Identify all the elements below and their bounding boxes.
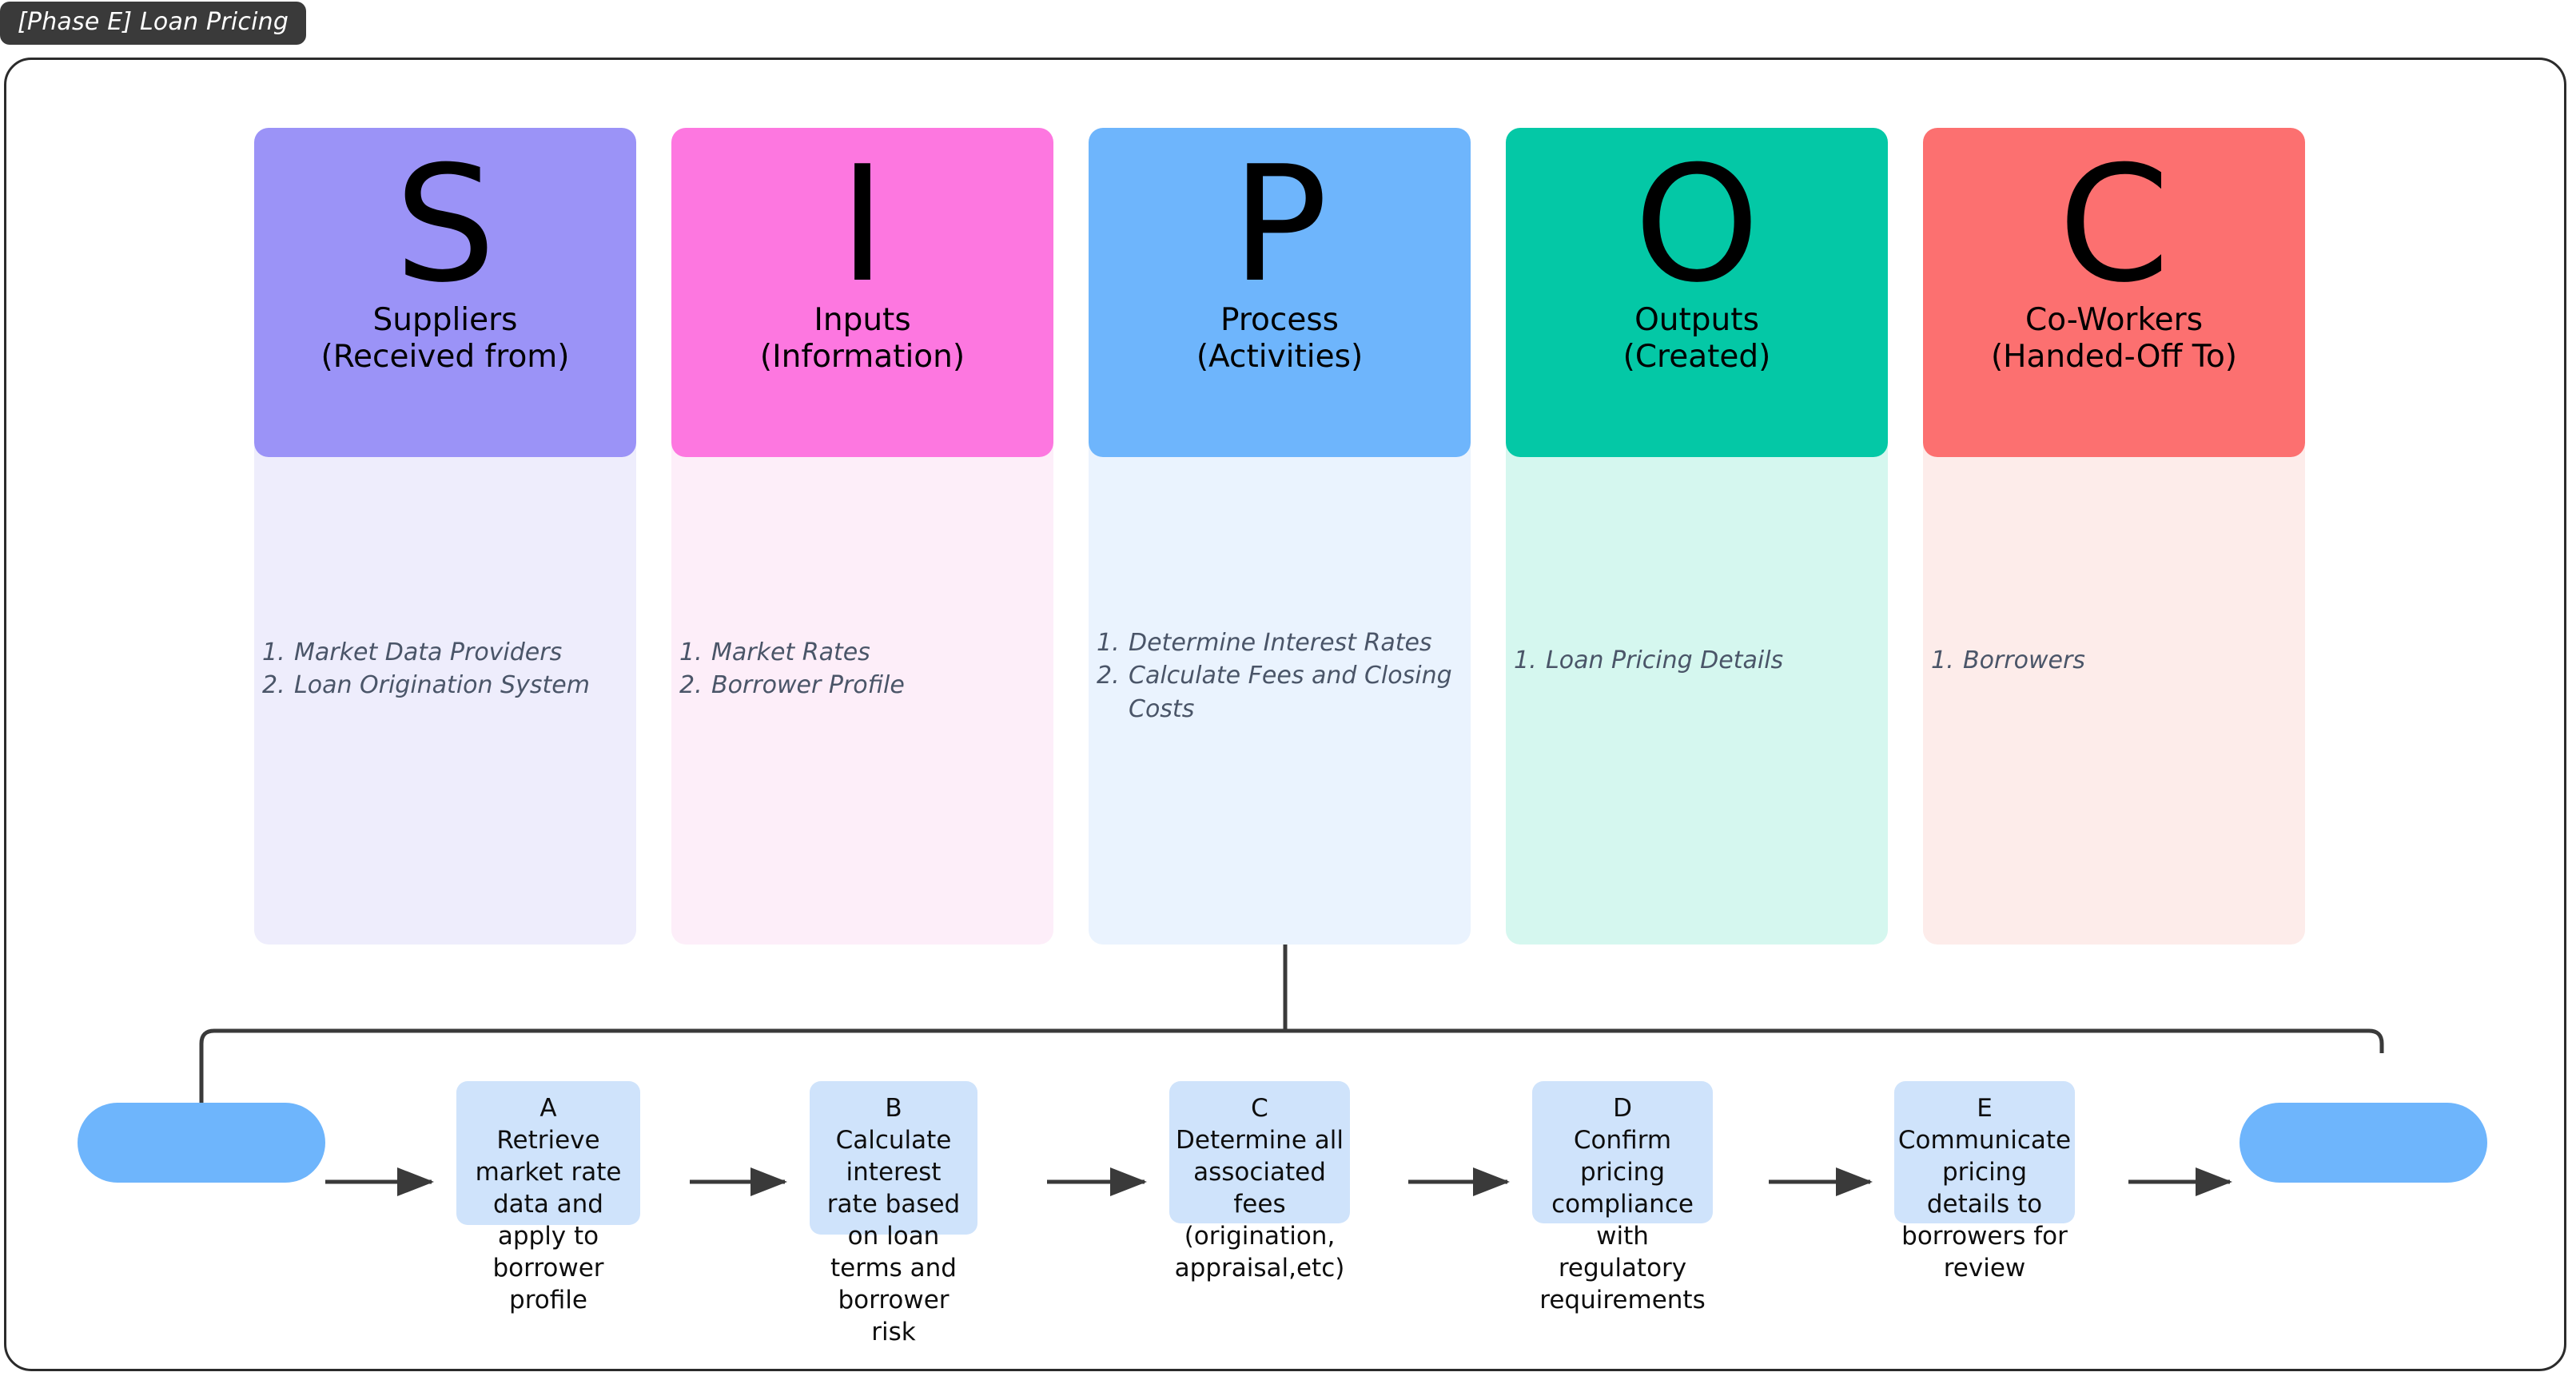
list-item-number: 2. xyxy=(1097,662,1120,690)
flow-step-a[interactable]: A Retrieve market rate data and apply to… xyxy=(456,1081,640,1314)
list-item-number: 1. xyxy=(1514,646,1537,674)
flow-step-b-id: B xyxy=(885,1094,902,1123)
sipoc-list-coworkers: 1. Borrowers xyxy=(1931,644,2295,677)
sipoc-body-coworkers: 1. Borrowers xyxy=(1923,446,2305,945)
sipoc-title-line1: Process xyxy=(1220,302,1339,338)
flow-step-c-id: C xyxy=(1251,1094,1268,1123)
sipoc-title-line2: (Information) xyxy=(759,338,966,375)
flow-step-e-label: Communicate pricing details to borrowers… xyxy=(1897,1125,2072,1283)
sipoc-column-process[interactable]: P Process (Activities) 1. Determine Inte… xyxy=(1089,128,1471,945)
sipoc-header-inputs: I Inputs (Information) xyxy=(671,128,1053,457)
list-item-label: Market Data Providers xyxy=(294,638,563,666)
list-item: 1. Borrowers xyxy=(1931,644,2295,677)
flow-step-a-label: Retrieve market rate data and apply to b… xyxy=(475,1125,622,1314)
flow-step-e[interactable]: E Communicate pricing details to borrowe… xyxy=(1894,1081,2075,1283)
sipoc-letter-i: I xyxy=(838,132,886,318)
sipoc-column-suppliers[interactable]: S Suppliers (Received from) 1. Market Da… xyxy=(254,128,636,945)
flow-step-c[interactable]: C Determine all associated fees (origina… xyxy=(1169,1081,1350,1283)
sipoc-header-coworkers: C Co-Workers (Handed-Off To) xyxy=(1923,128,2305,457)
list-item-label: Loan Origination System xyxy=(294,671,590,700)
sipoc-body-process: 1. Determine Interest Rates 2. Calculate… xyxy=(1089,446,1471,945)
flow-step-d-label: Confirm pricing compliance with regulato… xyxy=(1539,1125,1706,1314)
list-item-label: Market Rates xyxy=(711,638,870,666)
flow-step-d-id: D xyxy=(1613,1094,1632,1123)
list-item-label: Calculate Fees and Closing Costs xyxy=(1129,662,1452,723)
sipoc-title-line1: Suppliers xyxy=(372,302,518,338)
sipoc-header-suppliers: S Suppliers (Received from) xyxy=(254,128,636,457)
list-item: 1. Determine Interest Rates xyxy=(1097,626,1461,659)
list-item: 1. Loan Pricing Details xyxy=(1514,644,1878,677)
sipoc-column-coworkers[interactable]: C Co-Workers (Handed-Off To) 1. Borrower… xyxy=(1923,128,2305,945)
sipoc-body-inputs: 1. Market Rates 2. Borrower Profile xyxy=(671,446,1053,945)
list-item: 1. Market Rates xyxy=(679,636,1044,669)
sipoc-title-line1: Inputs xyxy=(814,302,911,338)
list-item-number: 1. xyxy=(679,638,703,666)
sipoc-body-outputs: 1. Loan Pricing Details xyxy=(1506,446,1888,945)
flow-step-e-id: E xyxy=(1977,1094,1993,1123)
flow-end-terminal[interactable] xyxy=(2240,1103,2487,1183)
sipoc-body-suppliers: 1. Market Data Providers 2. Loan Origina… xyxy=(254,446,636,945)
sipoc-title-outputs: Outputs (Created) xyxy=(1623,302,1771,375)
flow-step-b-label: Calculate interest rate based on loan te… xyxy=(826,1125,961,1346)
sipoc-list-suppliers: 1. Market Data Providers 2. Loan Origina… xyxy=(262,636,627,702)
flow-step-a-id: A xyxy=(539,1094,557,1123)
list-item: 1. Market Data Providers xyxy=(262,636,627,669)
list-item-number: 1. xyxy=(1931,646,1954,674)
sipoc-column-outputs[interactable]: O Outputs (Created) 1. Loan Pricing Deta… xyxy=(1506,128,1888,945)
sipoc-list-outputs: 1. Loan Pricing Details xyxy=(1514,644,1878,677)
sipoc-letter-o: O xyxy=(1634,132,1760,318)
sipoc-column-inputs[interactable]: I Inputs (Information) 1. Market Rates 2… xyxy=(671,128,1053,945)
sipoc-title-suppliers: Suppliers (Received from) xyxy=(321,302,569,375)
sipoc-title-inputs: Inputs (Information) xyxy=(760,302,965,375)
list-item: 2. Borrower Profile xyxy=(679,669,1044,702)
list-item: 2. Calculate Fees and Closing Costs xyxy=(1097,659,1461,726)
phase-title-badge: [Phase E] Loan Pricing xyxy=(0,2,307,45)
sipoc-letter-p: P xyxy=(1231,132,1328,318)
sipoc-columns: S Suppliers (Received from) 1. Market Da… xyxy=(254,128,2324,945)
list-item-number: 2. xyxy=(262,671,285,700)
list-item-label: Determine Interest Rates xyxy=(1129,629,1432,657)
sipoc-list-process: 1. Determine Interest Rates 2. Calculate… xyxy=(1097,626,1461,726)
list-item-label: Borrower Profile xyxy=(711,671,905,700)
list-item-label: Loan Pricing Details xyxy=(1546,646,1784,674)
flow-start-terminal[interactable] xyxy=(78,1103,325,1183)
list-item: 2. Loan Origination System xyxy=(262,669,627,702)
list-item-number: 2. xyxy=(679,671,703,700)
flow-step-b[interactable]: B Calculate interest rate based on loan … xyxy=(810,1081,977,1346)
sipoc-title-line2: (Handed-Off To) xyxy=(1990,338,2238,375)
sipoc-title-line1: Outputs xyxy=(1634,302,1759,338)
list-item-label: Borrowers xyxy=(1963,646,2085,674)
list-item-number: 1. xyxy=(1097,629,1120,657)
sipoc-header-outputs: O Outputs (Created) xyxy=(1506,128,1888,457)
sipoc-letter-s: S xyxy=(394,132,496,318)
flow-step-d[interactable]: D Confirm pricing compliance with regula… xyxy=(1532,1081,1713,1314)
flow-step-c-label: Determine all associated fees (originati… xyxy=(1174,1125,1345,1283)
sipoc-title-line1: Co-Workers xyxy=(2025,302,2204,338)
list-item-number: 1. xyxy=(262,638,285,666)
sipoc-title-line2: (Created) xyxy=(1622,338,1771,375)
sipoc-list-inputs: 1. Market Rates 2. Borrower Profile xyxy=(679,636,1044,702)
sipoc-letter-c: C xyxy=(2058,132,2170,318)
sipoc-header-process: P Process (Activities) xyxy=(1089,128,1471,457)
sipoc-title-coworkers: Co-Workers (Handed-Off To) xyxy=(1991,302,2237,375)
sipoc-title-process: Process (Activities) xyxy=(1196,302,1363,375)
sipoc-title-line2: (Activities) xyxy=(1196,338,1364,375)
sipoc-title-line2: (Received from) xyxy=(321,338,570,375)
process-flow-row: A Retrieve market rate data and apply to… xyxy=(0,1063,2576,1346)
